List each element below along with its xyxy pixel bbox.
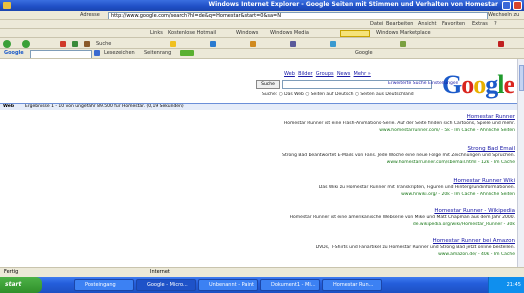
results-list: Homestar Runner Homestar Runner ist eine…: [240, 114, 515, 264]
google-toolbar-input[interactable]: [30, 50, 92, 58]
taskbar-button[interactable]: Dokument1 - Mi...: [260, 279, 320, 291]
top-link-groups[interactable]: Groups: [316, 71, 334, 77]
result-url[interactable]: www.homestarrunner.com/ - 5k - Im Cache …: [379, 128, 515, 133]
google-toolbar-logo: Google: [4, 50, 24, 56]
taskbar-button[interactable]: Posteingang: [74, 279, 134, 291]
result-title[interactable]: Homestar Runner - Wikipedia: [434, 208, 515, 214]
result-title[interactable]: Strong Bad Email: [467, 146, 515, 152]
result-title[interactable]: Homestar Runner: [467, 114, 515, 120]
research-icon[interactable]: [400, 41, 406, 47]
ie-icon: [3, 2, 11, 9]
result-url[interactable]: www.hrwiki.org/ - 20k - Im Cache - Ähnli…: [401, 192, 515, 197]
search-toolbar-button[interactable]: Suche: [96, 41, 111, 47]
menu-bar: Datei Bearbeiten Ansicht Favoriten Extra…: [0, 20, 524, 29]
status-text: Fertig: [4, 269, 19, 275]
menu-item-help[interactable]: ?: [494, 21, 497, 27]
logo-letter: e: [503, 70, 515, 99]
results-bar: Web Ergebnisse 1 - 10 von ungefähr 89.50…: [0, 103, 517, 110]
result-title[interactable]: Homestar Runner bei Amazon: [433, 238, 515, 244]
taskbar-button[interactable]: Homestar Run...: [322, 279, 382, 291]
link-marketplace[interactable]: Windows Marketplace: [376, 30, 431, 36]
links-label: Links: [150, 30, 163, 36]
close-icon[interactable]: [513, 1, 522, 10]
link-hotmail[interactable]: Kostenlose Hotmail: [168, 30, 216, 36]
logo-letter: g: [485, 70, 498, 99]
navigation-toolbar: Suche: [0, 38, 524, 49]
result-snippet: Homestar Runner ist eine amerikanische W…: [289, 215, 515, 220]
result-item: Strong Bad Email Strong Bad beantwortet …: [240, 146, 515, 176]
result-item: Homestar Runner Homestar Runner ist eine…: [240, 114, 515, 144]
window-title: Windows Internet Explorer - Google Seite…: [208, 1, 498, 8]
highlight-button[interactable]: [340, 30, 370, 37]
taskbar-button[interactable]: Unbenannt - Paint: [198, 279, 258, 291]
top-link-news[interactable]: News: [337, 71, 351, 77]
start-button[interactable]: start: [0, 277, 42, 293]
result-url[interactable]: www.homestarrunner.com/sbemail.html - 12…: [387, 160, 515, 165]
result-item: Homestar Runner - Wikipedia Homestar Run…: [240, 208, 515, 238]
status-bar: Fertig Internet: [0, 267, 524, 277]
result-snippet: DVDs, T-Shirts und Fanartikel zu Homesta…: [315, 245, 515, 250]
result-snippet: Homestar Runner ist eine Flash-Animation…: [283, 121, 515, 126]
maximize-icon[interactable]: [502, 1, 511, 10]
google-toolbar: Google Lesezeichen Seitenrang Google: [0, 49, 524, 59]
tools-icon[interactable]: [498, 41, 504, 47]
address-label: Adresse: [80, 12, 100, 18]
messenger-icon[interactable]: [330, 41, 336, 47]
link-windows-media[interactable]: Windows Media: [270, 30, 309, 36]
search-options-link[interactable]: Erweiterte Suche Einstellungen: [388, 81, 458, 86]
address-field[interactable]: http://www.google.com/search?hl=de&q=Hom…: [108, 12, 488, 19]
top-link-images[interactable]: Bilder: [298, 71, 313, 77]
go-button[interactable]: Wechseln zu: [488, 12, 519, 18]
logo-letter: o: [473, 70, 486, 99]
pagerank-bar: [180, 50, 194, 56]
back-icon[interactable]: [3, 40, 11, 48]
result-snippet: Das Wiki zu Homestar Runner mit Transkri…: [318, 185, 515, 190]
scrollbar-thumb[interactable]: [519, 65, 524, 91]
menu-item-view[interactable]: Ansicht: [418, 21, 436, 27]
search-scope-radios[interactable]: Suche: ○ Das Web ○ Seiten auf Deutsch ○ …: [262, 92, 414, 97]
refresh-icon[interactable]: [72, 41, 78, 47]
system-tray-clock[interactable]: 21:45: [488, 277, 524, 293]
toolbar-bookmarks[interactable]: Lesezeichen: [104, 50, 135, 56]
result-snippet: Strong Bad beantwortet E-Mails von Fans.…: [282, 153, 515, 158]
mail-icon[interactable]: [250, 41, 256, 47]
search-button[interactable]: Suche: [256, 80, 280, 89]
forward-icon[interactable]: [22, 40, 30, 48]
results-bar-label: Web: [3, 104, 15, 109]
home-icon[interactable]: [84, 41, 90, 47]
toolbar-pagerank[interactable]: Seitenrang: [144, 50, 171, 56]
stop-icon[interactable]: [60, 41, 66, 47]
toolbar-google-link[interactable]: Google: [355, 50, 373, 56]
menu-item-edit[interactable]: Bearbeiten: [386, 21, 413, 27]
results-stats: Ergebnisse 1 - 10 von ungefähr 89.500 fü…: [25, 104, 184, 109]
taskbar-button[interactable]: Google - Micro...: [136, 279, 196, 291]
result-item: Homestar Runner Wiki Das Wiki zu Homesta…: [240, 178, 515, 208]
menu-item-tools[interactable]: Extras: [472, 21, 488, 27]
media-icon[interactable]: [210, 41, 216, 47]
vertical-scrollbar[interactable]: [517, 59, 524, 267]
print-icon[interactable]: [290, 41, 296, 47]
top-link-more[interactable]: Mehr »: [354, 71, 371, 77]
result-url[interactable]: www.amazon.de/ - 40k - Im Cache: [438, 252, 515, 257]
window-title-bar[interactable]: Windows Internet Explorer - Google Seite…: [0, 0, 524, 11]
logo-letter: o: [461, 70, 474, 99]
top-link-web[interactable]: Web: [284, 71, 295, 77]
search-web-icon[interactable]: [94, 50, 100, 56]
google-top-links: Web Bilder Groups News Mehr »: [284, 71, 371, 77]
taskbar: start Posteingang Google - Micro... Unbe…: [0, 277, 524, 293]
address-bar: Adresse http://www.google.com/search?hl=…: [0, 11, 524, 20]
status-zone: Internet: [150, 269, 170, 275]
result-item: Homestar Runner bei Amazon DVDs, T-Shirt…: [240, 238, 515, 264]
result-title[interactable]: Homestar Runner Wiki: [453, 178, 515, 184]
links-bar: Links Kostenlose Hotmail Windows Windows…: [0, 29, 524, 38]
favorites-icon[interactable]: [170, 41, 176, 47]
menu-item-file[interactable]: Datei: [370, 21, 383, 27]
menu-item-favorites[interactable]: Favoriten: [442, 21, 465, 27]
result-url[interactable]: de.wikipedia.org/wiki/Homestar_Runner - …: [413, 222, 515, 227]
link-windows[interactable]: Windows: [236, 30, 258, 36]
